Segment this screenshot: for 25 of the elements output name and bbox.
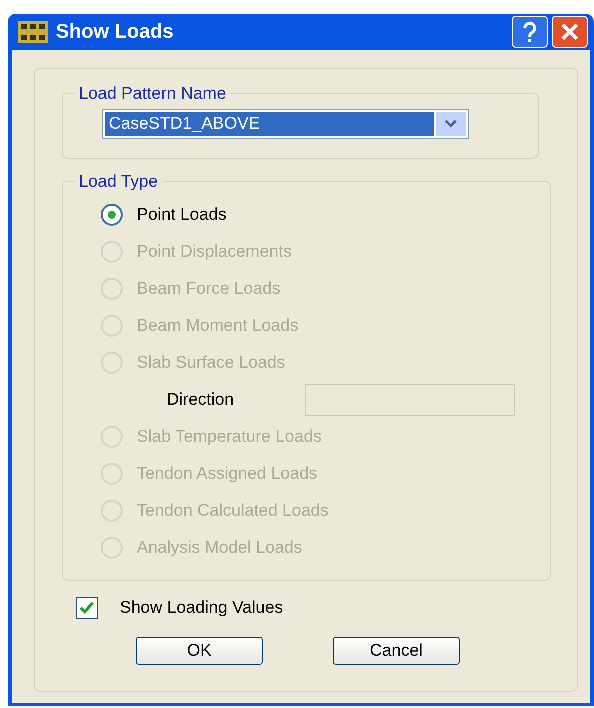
direction-label: Direction <box>167 389 236 412</box>
help-button[interactable] <box>512 16 548 48</box>
radio-button[interactable] <box>101 204 123 226</box>
grid-icon <box>18 21 48 43</box>
radio-label: Beam Moment Loads <box>137 315 299 338</box>
dialog-button[interactable]: OK <box>136 636 263 664</box>
dialog-button[interactable]: Cancel <box>333 636 460 664</box>
window-title: Show Loads <box>56 20 174 45</box>
checkbox[interactable] <box>76 596 98 619</box>
radio-label: Tendon Assigned Loads <box>137 463 318 486</box>
group-label: Load Pattern Name <box>78 83 228 105</box>
radio-label: Slab Temperature Loads <box>137 426 322 448</box>
radio-label: Point Displacements <box>137 241 292 264</box>
radio-label: Analysis Model Loads <box>137 537 302 560</box>
dropdown-value: CaseSTD1_ABOVE <box>105 112 434 136</box>
help-icon <box>522 21 538 43</box>
radio-label: Beam Force Loads <box>137 278 281 300</box>
checkbox-label: Show Loading Values <box>120 597 284 619</box>
close-icon <box>560 22 580 42</box>
group-label: Load Type <box>78 171 160 193</box>
radio-label: Tendon Calculated Loads <box>137 500 329 522</box>
radio-label: Point Loads <box>137 204 227 226</box>
radio-label: Slab Surface Loads <box>137 352 286 374</box>
pattern-dropdown[interactable]: CaseSTD1_ABOVE <box>102 108 469 138</box>
close-button[interactable] <box>552 16 588 48</box>
